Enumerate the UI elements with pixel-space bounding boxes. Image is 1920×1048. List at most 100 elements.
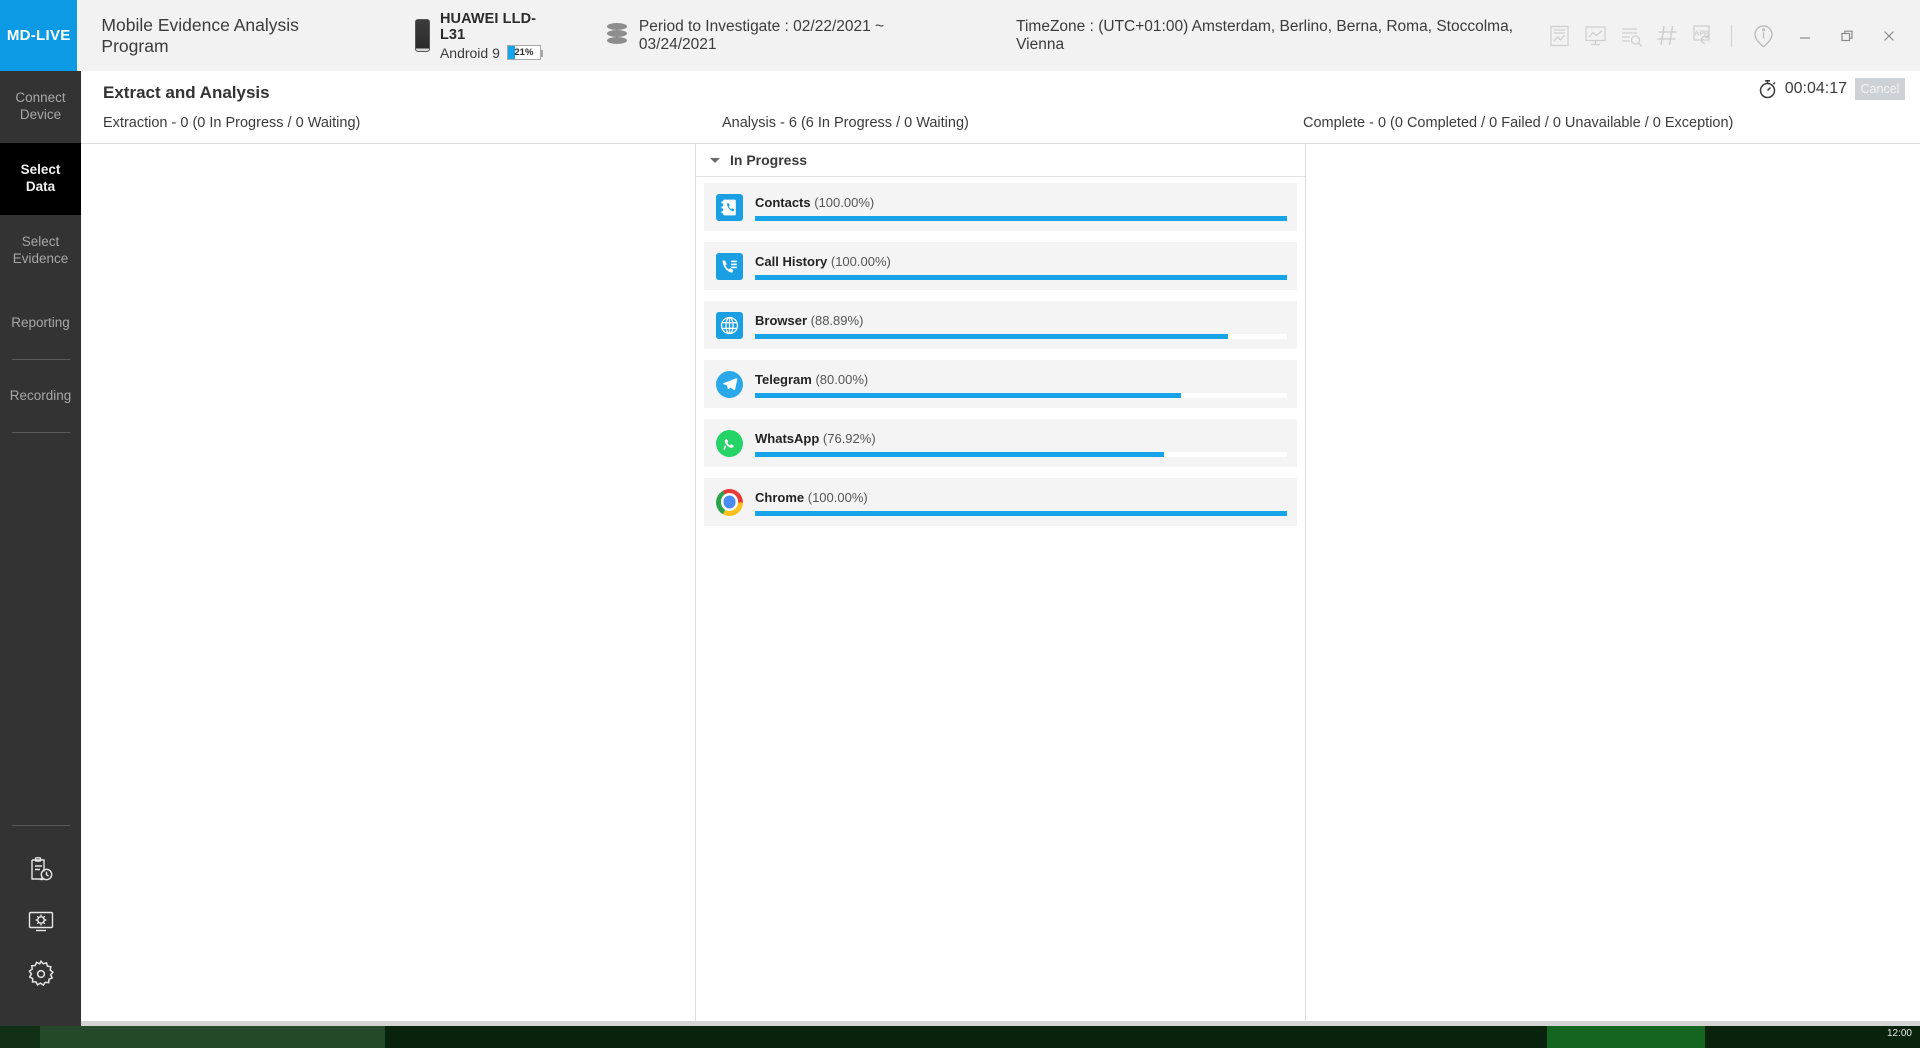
- os-taskbar: 12:00: [0, 1026, 1920, 1048]
- task-list: Contacts (100.00%) Call History (100.00%)…: [696, 177, 1305, 526]
- battery-label: 21%: [514, 47, 534, 58]
- status-summary-row: Extraction - 0 (0 In Progress / 0 Waitin…: [81, 115, 1920, 143]
- sidebar-item-connect-device[interactable]: Connect Device: [0, 71, 81, 143]
- task-percent-label: (80.00%): [815, 372, 869, 387]
- task-label: Telegram (80.00%): [755, 372, 1287, 387]
- extraction-column: [81, 144, 695, 1029]
- sidebar-label-line1: Connect: [15, 90, 66, 106]
- task-label: Contacts (100.00%): [755, 195, 1287, 210]
- taskbar-tray: 12:00: [1705, 1026, 1920, 1048]
- timer-area: 00:04:17 Cancel: [1758, 78, 1905, 100]
- taskbar-segment: [1547, 1026, 1705, 1048]
- task-progress-bar: [755, 452, 1287, 457]
- task-progress-bar: [755, 216, 1287, 221]
- stopwatch-icon: [1758, 79, 1777, 99]
- sidebar-label-line1: Select: [20, 162, 61, 178]
- app-refresh-icon[interactable]: APP: [1685, 16, 1721, 56]
- sidebar-label-line1: Recording: [9, 387, 72, 403]
- task-app-icon: [716, 311, 743, 339]
- sidebar-item-select-evidence[interactable]: Select Evidence: [0, 215, 81, 287]
- sidebar-divider: [11, 432, 70, 433]
- task-percent-label: (76.92%): [822, 431, 876, 446]
- task-row[interactable]: Telegram (80.00%): [704, 360, 1297, 408]
- task-progress-bar: [755, 334, 1287, 339]
- period-to-investigate[interactable]: Period to Investigate : 02/22/2021 ~ 03/…: [606, 0, 950, 71]
- complete-column: [1306, 144, 1920, 1029]
- sidebar-item-recording[interactable]: Recording: [0, 360, 81, 432]
- task-progress-fill: [755, 393, 1181, 398]
- hash-icon[interactable]: [1649, 16, 1685, 56]
- task-app-icon: [716, 193, 743, 221]
- task-name: Contacts: [755, 195, 811, 210]
- left-sidebar: Connect Device Select Data Select Eviden…: [0, 71, 81, 1026]
- taskbar-segment: [385, 1026, 1547, 1048]
- title-bar: MD-LIVE Mobile Evidence Analysis Program…: [0, 0, 1920, 71]
- status-extraction: Extraction - 0 (0 In Progress / 0 Waitin…: [103, 115, 361, 131]
- task-name: WhatsApp: [755, 431, 820, 446]
- report-document-icon[interactable]: [1541, 16, 1577, 56]
- analysis-column: In Progress Contacts (100.00%) Call Histo…: [695, 144, 1306, 1029]
- whatsapp-icon: [716, 429, 743, 457]
- task-progress-fill: [755, 334, 1228, 339]
- task-app-icon: [716, 252, 743, 280]
- task-row[interactable]: Chrome (100.00%): [704, 478, 1297, 526]
- columns-container: In Progress Contacts (100.00%) Call Histo…: [81, 143, 1920, 1029]
- in-progress-section-header[interactable]: In Progress: [696, 144, 1305, 177]
- sidebar-label-line2: Device: [19, 107, 62, 122]
- history-clipboard-icon[interactable]: [0, 844, 81, 896]
- battery-indicator: 21%: [506, 45, 543, 60]
- status-complete: Complete - 0 (0 Completed / 0 Failed / 0…: [1303, 115, 1734, 131]
- info-icon[interactable]: [1742, 16, 1784, 56]
- task-name: Telegram: [755, 372, 812, 387]
- period-text: Period to Investigate : 02/22/2021 ~ 03/…: [638, 17, 885, 53]
- sidebar-item-reporting[interactable]: Reporting: [0, 287, 81, 359]
- chrome-icon: [716, 488, 743, 516]
- task-progress-bar: [755, 275, 1287, 280]
- task-percent-label: (100.00%): [814, 195, 875, 210]
- page-title: Extract and Analysis: [103, 83, 270, 102]
- restore-button[interactable]: [1826, 16, 1868, 56]
- sidebar-bottom-tools: [0, 825, 81, 1026]
- elapsed-timer: 00:04:17: [1784, 80, 1847, 97]
- app-title: Mobile Evidence Analysis Program: [101, 14, 299, 56]
- close-button[interactable]: [1868, 16, 1910, 56]
- monitor-chart-icon[interactable]: [1577, 16, 1613, 56]
- list-search-icon[interactable]: [1613, 16, 1649, 56]
- task-name: Browser: [755, 313, 808, 328]
- device-os: Android 9: [439, 44, 500, 61]
- task-progress-fill: [755, 275, 1287, 280]
- task-row[interactable]: Call History (100.00%): [704, 242, 1297, 290]
- phone-icon: [414, 19, 430, 52]
- task-row[interactable]: Contacts (100.00%): [704, 183, 1297, 231]
- minimize-button[interactable]: [1784, 16, 1826, 56]
- chevron-down-icon[interactable]: [710, 157, 720, 163]
- task-name: Call History: [755, 254, 828, 269]
- window-tools: APP: [1541, 0, 1920, 71]
- system-settings-monitor-icon[interactable]: [0, 896, 81, 948]
- brand-logo: MD-LIVE: [0, 0, 78, 71]
- device-info[interactable]: HUAWEI LLD-L31 Android 9 21%: [414, 0, 555, 71]
- sidebar-item-select-data[interactable]: Select Data: [0, 143, 81, 215]
- telegram-icon: [716, 370, 743, 398]
- sidebar-label-line2: Data: [25, 179, 56, 194]
- contacts-icon: [716, 193, 743, 221]
- cancel-button[interactable]: Cancel: [1855, 78, 1905, 100]
- task-row[interactable]: Browser (88.89%): [704, 301, 1297, 349]
- sidebar-divider: [11, 825, 70, 826]
- database-icon: [606, 22, 627, 49]
- task-progress-fill: [755, 511, 1287, 516]
- timezone-info: TimeZone : (UTC+01:00) Amsterdam, Berlin…: [1016, 0, 1541, 71]
- task-progress-fill: [755, 452, 1165, 457]
- call-history-icon: [716, 252, 743, 280]
- task-app-icon: [716, 370, 743, 398]
- application-window: MD-LIVE Mobile Evidence Analysis Program…: [0, 0, 1920, 1048]
- task-percent-label: (88.89%): [810, 313, 864, 328]
- task-label: Browser (88.89%): [755, 313, 1287, 328]
- settings-gear-icon[interactable]: [0, 948, 81, 1000]
- task-percent-label: (100.00%): [830, 254, 891, 269]
- task-row[interactable]: WhatsApp (76.92%): [704, 419, 1297, 467]
- toolbar-divider: [1731, 24, 1733, 47]
- task-label: Call History (100.00%): [755, 254, 1287, 269]
- task-progress-bar: [755, 511, 1287, 516]
- browser-globe-icon: [716, 311, 743, 339]
